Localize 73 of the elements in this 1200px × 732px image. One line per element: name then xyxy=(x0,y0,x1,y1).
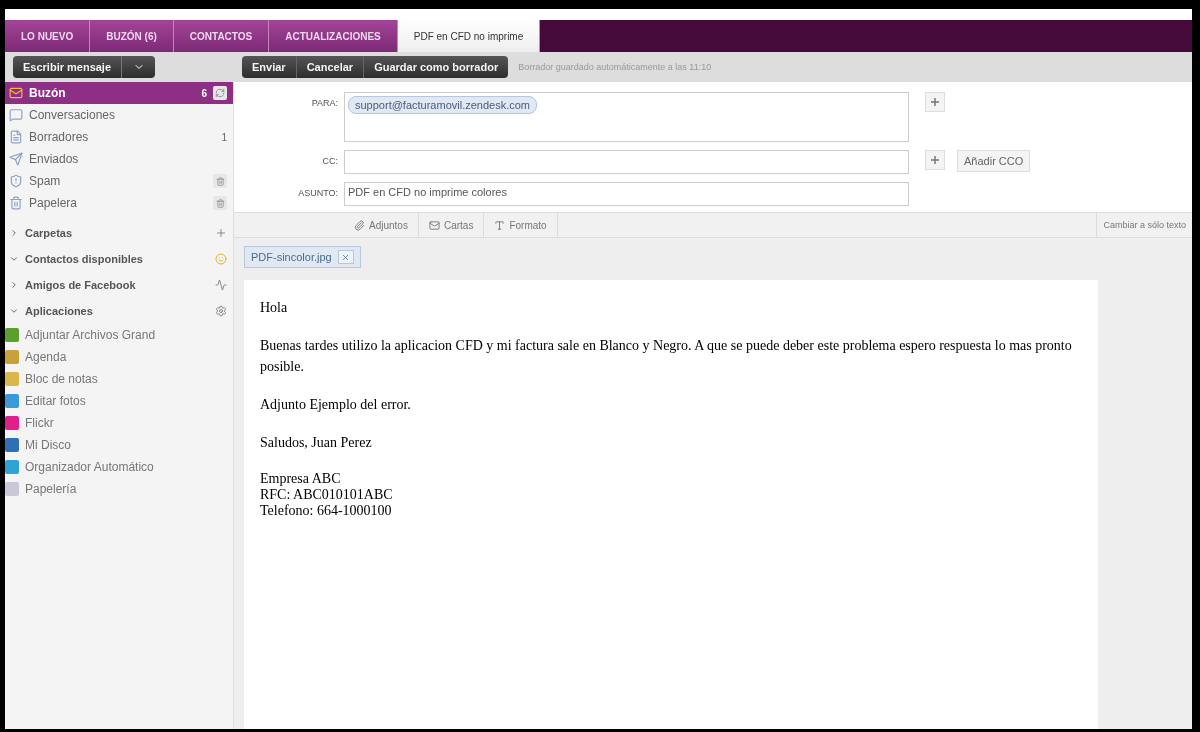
trash-icon xyxy=(215,176,225,186)
subject-field[interactable]: PDF en CFD no imprime colores xyxy=(344,182,909,206)
tab[interactable]: CONTACTOS xyxy=(173,20,270,52)
remove-attachment-button[interactable] xyxy=(337,250,354,264)
app-item[interactable]: Editar fotos xyxy=(5,390,233,412)
mail-icon xyxy=(428,219,440,231)
recipient-chip[interactable]: support@facturamovil.zendesk.com xyxy=(348,96,538,114)
message-body[interactable]: Hola Buenas tardes utilizo la aplicacion CFD y mi factura sale en Blanco y Negro. A que se puede deber este problema espero respuesta lo mas pronto posible. Adjunto Ejemplo del error. Saludos, Juan Perez Empresa ABC RFC: ABC010101ABC Telefono: 664-1000100 xyxy=(244,280,1098,729)
section-header[interactable]: Carpetas xyxy=(5,220,233,246)
pulse-icon[interactable] xyxy=(215,279,227,291)
app-item[interactable]: Mi Disco xyxy=(5,434,233,456)
tab[interactable]: PDF en CFD no imprime xyxy=(397,20,541,52)
folder-item[interactable]: Spam xyxy=(5,170,233,192)
trash-icon xyxy=(215,198,225,208)
app-item[interactable]: Adjuntar Archivos Grand xyxy=(5,324,233,346)
to-field[interactable]: support@facturamovil.zendesk.com xyxy=(344,92,909,142)
field-label: PARA: xyxy=(310,97,338,108)
app-item[interactable]: Papelería xyxy=(5,478,233,500)
mail-icon xyxy=(9,86,23,100)
caret-right-icon xyxy=(9,228,19,238)
format-tool-button[interactable]: Adjuntos xyxy=(344,213,419,237)
caret-right-icon xyxy=(9,280,19,290)
cc-field[interactable] xyxy=(344,150,909,174)
send-icon xyxy=(9,152,23,166)
toolbar-button[interactable]: Enviar xyxy=(242,56,297,78)
add-recipient-button[interactable] xyxy=(925,92,945,112)
toolbar-button[interactable]: Cancelar xyxy=(296,56,365,78)
folder-item[interactable]: Borradores 1 xyxy=(5,126,233,148)
plain-text-button[interactable]: Cambiar a sólo texto xyxy=(1096,213,1192,237)
tab[interactable]: BUZÓN (6) xyxy=(90,20,174,52)
tab[interactable]: ACTUALIZACIONES xyxy=(269,20,398,52)
paperclip-icon xyxy=(354,219,365,231)
section-header[interactable]: Contactos disponibles xyxy=(5,246,233,272)
trash-icon xyxy=(9,196,23,210)
smiley-icon[interactable] xyxy=(215,253,227,265)
folder-item[interactable]: Conversaciones xyxy=(5,104,233,126)
attachment-chip[interactable]: PDF-sincolor.jpg xyxy=(244,246,361,268)
compose-menu-button[interactable] xyxy=(121,56,156,78)
text-format-icon xyxy=(494,219,506,231)
autosave-status: Borrador guardado automáticamente a las 11:10 xyxy=(518,62,712,72)
app-item[interactable]: Agenda xyxy=(5,346,233,368)
close-icon xyxy=(341,252,351,262)
toolbar-button[interactable]: Guardar como borrador xyxy=(364,56,509,78)
plus-icon[interactable] xyxy=(215,227,227,239)
shield-icon xyxy=(9,174,23,188)
refresh-button[interactable] xyxy=(213,86,227,100)
chat-icon xyxy=(9,108,23,122)
compose-button[interactable]: Escribir mensaje xyxy=(13,56,122,78)
plus-icon xyxy=(930,155,940,165)
section-header[interactable]: Aplicaciones xyxy=(5,298,233,324)
field-label: CC: xyxy=(321,155,338,166)
app-item[interactable]: Flickr xyxy=(5,412,233,434)
refresh-icon xyxy=(215,88,225,98)
plus-icon xyxy=(930,97,940,107)
caret-down-icon xyxy=(9,306,19,316)
app-item[interactable]: Organizador Automático xyxy=(5,456,233,478)
app-item[interactable]: Bloc de notas xyxy=(5,368,233,390)
empty-folder-button[interactable] xyxy=(213,196,227,210)
add-bcc-button[interactable]: Añadir CCO xyxy=(957,150,1031,172)
empty-folder-button[interactable] xyxy=(213,174,227,188)
format-tool-button[interactable]: Cartas xyxy=(418,213,485,237)
settings-icon[interactable] xyxy=(215,305,227,317)
tab[interactable]: LO NUEVO xyxy=(5,20,91,52)
document-icon xyxy=(9,130,23,144)
add-cc-button[interactable] xyxy=(925,150,945,170)
signature: Empresa ABC RFC: ABC010101ABC Telefono: 664-1000100 xyxy=(260,471,394,520)
caret-down-icon xyxy=(9,254,19,264)
section-header[interactable]: Amigos de Facebook xyxy=(5,272,233,298)
folder-item[interactable]: Buzón 6 xyxy=(5,82,233,104)
folder-item[interactable]: Enviados xyxy=(5,148,233,170)
folder-item[interactable]: Papelera xyxy=(5,192,233,214)
format-tool-button[interactable]: Formato xyxy=(484,213,558,237)
field-label: ASUNTO: xyxy=(297,187,338,198)
